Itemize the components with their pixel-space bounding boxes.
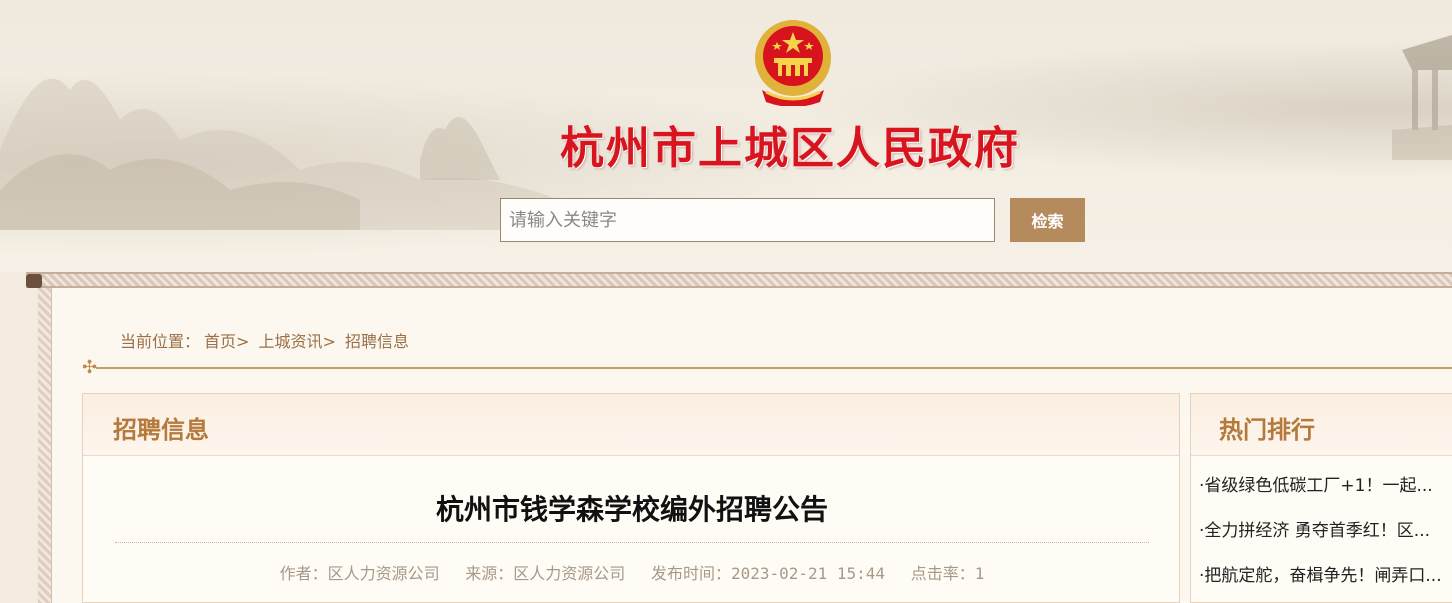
- article-meta: 作者：区人力资源公司 来源：区人力资源公司 发布时间：2023-02-21 15…: [83, 560, 1181, 584]
- search-input[interactable]: [500, 198, 995, 242]
- article-title: 杭州市钱学森学校编外招聘公告: [435, 493, 828, 526]
- breadcrumb-item-news[interactable]: 上城资讯>: [259, 332, 336, 351]
- national-emblem-icon: [755, 20, 831, 106]
- landscape-painting-decoration: [0, 78, 560, 230]
- article-source: 来源：区人力资源公司: [465, 564, 626, 583]
- list-item[interactable]: ·把航定舵，奋楫争先！闸弄口...: [1199, 566, 1452, 603]
- article-panel-header: [83, 394, 1179, 456]
- site-header: 杭州市上城区人民政府 检索: [0, 0, 1452, 272]
- site-title: 杭州市上城区人民政府: [560, 123, 1020, 174]
- breadcrumb-item-home[interactable]: 首页>: [204, 332, 249, 351]
- section-title: 招聘信息: [113, 416, 209, 444]
- content-area: 当前位置： 首页> 上城资讯> 招聘信息 ✣ 招聘信息 杭州市钱学森学校编外招聘公…: [52, 288, 1452, 603]
- article-divider: [115, 542, 1149, 543]
- hot-ranking-panel: 热门排行 ·省级绿色低碳工厂+1！一起... ·全力拼经济 勇夺首季红！区...…: [1190, 393, 1452, 603]
- scroll-knob-decoration: [26, 274, 42, 288]
- scroll-border-decoration: [38, 288, 52, 603]
- search-button[interactable]: 检索: [1010, 198, 1085, 242]
- scroll-rod-decoration: [26, 272, 1452, 288]
- article-panel: 招聘信息 杭州市钱学森学校编外招聘公告 作者：区人力资源公司 来源：区人力资源公…: [82, 393, 1180, 603]
- divider: [96, 367, 1452, 369]
- list-item[interactable]: ·省级绿色低碳工厂+1！一起...: [1199, 476, 1452, 521]
- pavilion-decoration: [1392, 35, 1452, 160]
- breadcrumb-prefix: 当前位置：: [120, 332, 201, 351]
- breadcrumb-item-recruitment[interactable]: 招聘信息: [345, 332, 409, 351]
- hot-ranking-list: ·省级绿色低碳工厂+1！一起... ·全力拼经济 勇夺首季红！区... ·把航定…: [1199, 476, 1452, 603]
- article-author: 作者：区人力资源公司: [279, 564, 440, 583]
- article-clicks: 点击率：1: [910, 564, 985, 583]
- hot-ranking-title: 热门排行: [1219, 416, 1315, 444]
- article-published: 发布时间：2023-02-21 15:44: [650, 564, 886, 583]
- breadcrumb: 当前位置： 首页> 上城资讯> 招聘信息: [120, 328, 413, 352]
- list-item[interactable]: ·全力拼经济 勇夺首季红！区...: [1199, 521, 1452, 566]
